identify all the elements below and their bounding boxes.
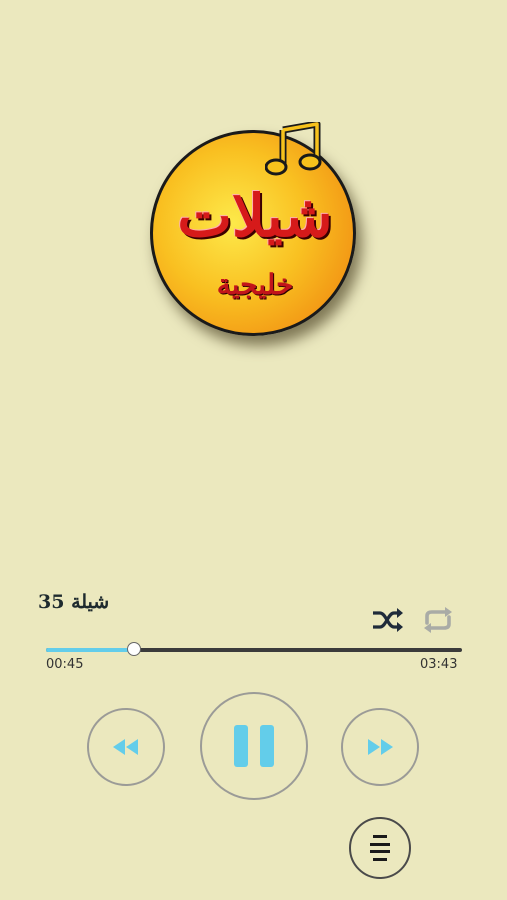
playlist-button[interactable] [349,817,411,879]
fast-forward-icon [368,739,393,755]
seek-bar-progress [46,648,134,652]
app-logo: شيلات خليجية [150,122,360,340]
fast-forward-button[interactable] [341,708,419,786]
shuffle-icon [373,608,403,632]
logo-subtitle: خليجية [216,268,294,301]
total-time: 03:43 [420,657,458,672]
current-time: 00:45 [46,657,84,672]
seek-bar[interactable] [46,642,462,656]
pause-button[interactable] [200,692,308,800]
track-title: شيلة 35 [38,591,110,613]
repeat-icon [424,607,452,633]
rewind-button[interactable] [87,708,165,786]
rewind-icon [113,739,138,755]
music-note-icon [265,122,322,176]
repeat-button[interactable] [420,603,456,637]
shuffle-button[interactable] [370,603,406,637]
seek-bar-thumb[interactable] [127,642,142,656]
pause-icon [234,725,274,767]
playlist-icon [370,835,390,861]
logo-title: شيلات [177,182,333,250]
